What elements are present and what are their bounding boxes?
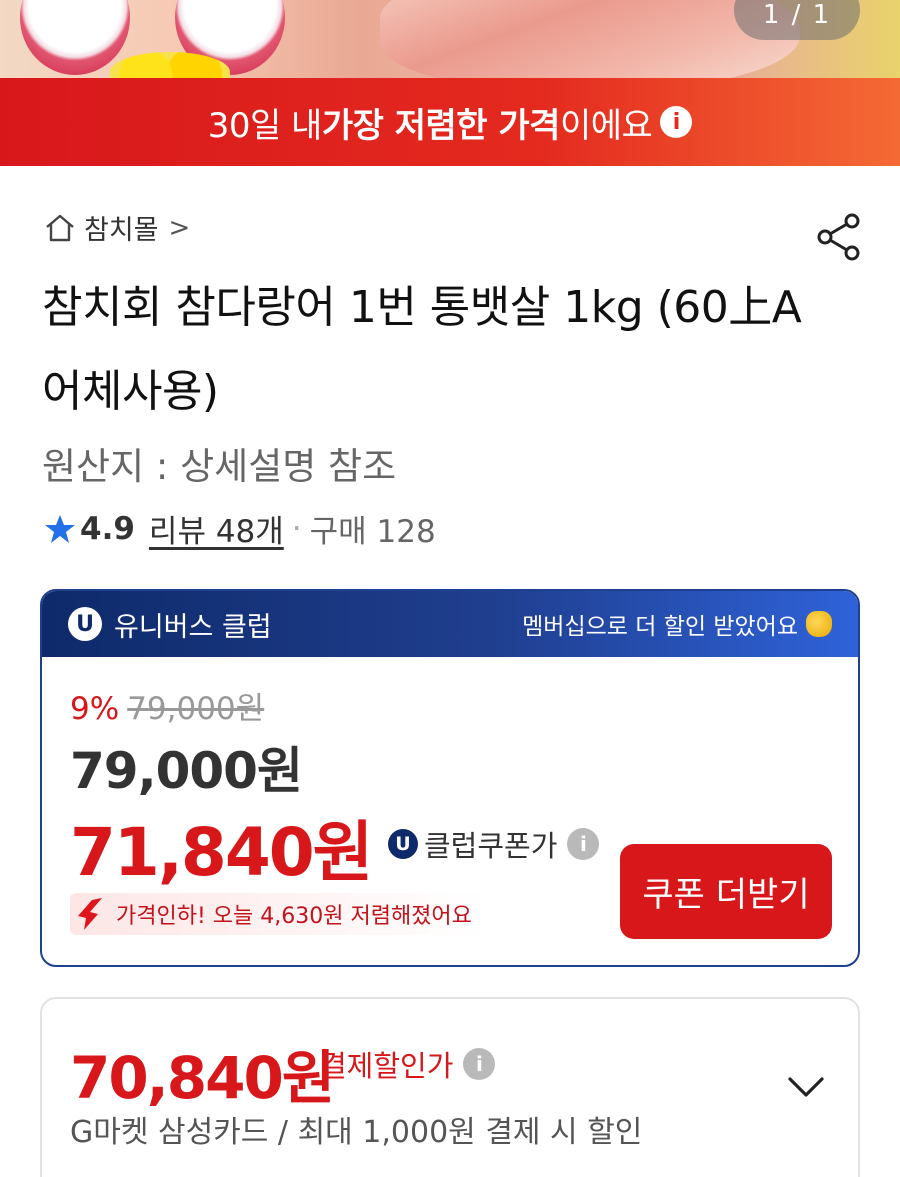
info-icon[interactable]: i: [567, 828, 600, 860]
separator-dot: ·: [291, 510, 302, 547]
payment-discount-card[interactable]: 70,840원 결제할인가 i G마켓 삼성카드 / 최대 1,000원 결제 …: [40, 997, 860, 1177]
clapping-hands-icon: [806, 611, 832, 637]
review-count-link[interactable]: 리뷰 48개: [149, 506, 284, 551]
lowest-price-banner: 30일 내 가장 저렴한 가격 이에요 i: [0, 78, 900, 166]
home-icon: [46, 214, 74, 241]
club-price-label: U 클럽쿠폰가 i: [388, 823, 600, 865]
product-image[interactable]: 1 / 1: [0, 0, 900, 78]
rating-row: 4.9 리뷰 48개 · 구매 128: [44, 506, 436, 551]
price-drop-note: 가격인하! 오늘 4,630원 저렴해졌어요: [70, 893, 488, 935]
price-drop-text: 가격인하! 오늘 4,630원 저렴해졌어요: [116, 904, 472, 929]
payment-discount-label: 결제할인가 i: [320, 1043, 496, 1085]
purchase-count: 구매 128: [309, 514, 436, 550]
rating-score: 4.9: [80, 510, 135, 547]
discount-rate: 9%: [70, 691, 120, 727]
universe-badge-icon: U: [68, 607, 102, 641]
info-icon[interactable]: i: [660, 106, 693, 138]
share-icon[interactable]: [816, 212, 862, 262]
payment-discount-description: G마켓 삼성카드 / 최대 1,000원 결제 시 할인: [70, 1115, 643, 1150]
universe-badge-icon: U: [388, 829, 418, 859]
star-icon: [45, 514, 75, 543]
club-coupon-price: 71,840원: [70, 814, 373, 891]
payment-discount-price: 70,840원: [70, 1044, 335, 1112]
get-more-coupons-button[interactable]: 쿠폰 더받기: [620, 844, 832, 939]
product-title: 참치회 참다랑어 1번 통뱃살 1kg (60上A 어체사용): [42, 282, 802, 417]
original-price: 79,000원: [127, 691, 265, 727]
chevron-down-icon[interactable]: [786, 1073, 826, 1103]
down-arrow-icon: [78, 898, 102, 930]
chevron-right-icon: >: [168, 212, 191, 243]
banner-highlight: 가장 저렴한 가격: [321, 105, 561, 146]
club-message: 멤버십으로 더 할인 받았어요: [522, 607, 832, 641]
universe-club-card: U 유니버스 클럽 멤버십으로 더 할인 받았어요 9% 79,000원 79,…: [40, 589, 860, 967]
banner-suffix: 이에요: [559, 105, 653, 146]
payment-discount-label-text: 결제할인가: [320, 1049, 454, 1083]
sale-price: 79,000원: [70, 742, 303, 800]
club-price-label-text: 클럽쿠폰가: [424, 829, 558, 863]
banner-prefix: 30일 내: [207, 105, 323, 146]
breadcrumb[interactable]: 참치몰 >: [44, 208, 190, 247]
club-header: U 유니버스 클럽 멤버십으로 더 할인 받았어요: [42, 591, 858, 657]
info-icon[interactable]: i: [463, 1048, 496, 1080]
club-message-text: 멤버십으로 더 할인 받았어요: [522, 614, 798, 640]
discount-line: 9% 79,000원: [70, 683, 264, 728]
club-name: 유니버스 클럽: [114, 611, 272, 643]
product-origin: 원산지 : 상세설명 참조: [42, 445, 397, 488]
image-counter: 1 / 1: [734, 0, 860, 40]
breadcrumb-store[interactable]: 참치몰: [84, 208, 159, 247]
